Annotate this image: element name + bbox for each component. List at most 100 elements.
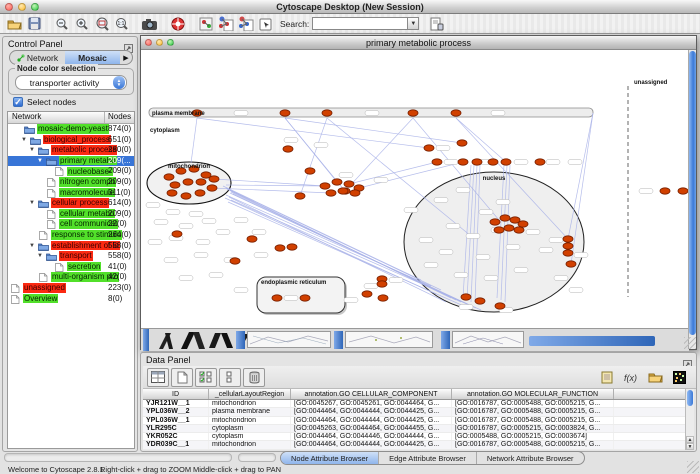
graph-node[interactable] — [167, 190, 177, 196]
table-cell[interactable]: YPL036W__1 — [143, 417, 209, 424]
table-cell[interactable] — [614, 417, 688, 424]
graph-node[interactable] — [350, 190, 360, 196]
graph-node[interactable] — [172, 231, 182, 237]
network-from-file-icon[interactable] — [217, 16, 235, 32]
graph-node[interactable] — [408, 110, 418, 116]
table-cell[interactable]: [GO:0044464, GO:0044444, GO:0044425, G..… — [291, 408, 452, 415]
graph-node[interactable] — [563, 250, 573, 256]
tree-row[interactable]: response to stimulu264(0) — [8, 230, 134, 241]
expand-arrow-icon[interactable]: ▼ — [29, 198, 35, 209]
network-vertical-scrollbar[interactable] — [688, 50, 696, 349]
table-cell[interactable] — [614, 425, 688, 432]
zoom-out-icon[interactable] — [53, 16, 71, 32]
graph-node[interactable] — [424, 145, 434, 151]
expand-arrow-icon[interactable]: ▼ — [29, 145, 35, 156]
unselect-attributes-icon[interactable] — [219, 368, 241, 387]
background-window-thumb[interactable] — [345, 331, 433, 348]
formula-icon[interactable]: f(x) — [620, 368, 642, 387]
table-cell[interactable]: [GO:0044464, GO:0044444, GO:0044425, G..… — [291, 441, 452, 448]
select-attributes-icon[interactable] — [195, 368, 217, 387]
graph-node[interactable] — [332, 179, 342, 185]
table-column-header[interactable]: ID — [143, 389, 209, 399]
node-color-dropdown[interactable]: transporter activity ▲▼ — [15, 75, 127, 90]
expand-arrow-icon[interactable]: ▼ — [37, 156, 43, 167]
import-folder-icon[interactable] — [644, 368, 666, 387]
search-input[interactable] — [312, 17, 408, 30]
graph-node[interactable] — [287, 244, 297, 250]
expand-arrow-icon[interactable]: ▼ — [29, 241, 35, 252]
graph-node[interactable] — [283, 146, 293, 152]
graph-node[interactable] — [432, 159, 442, 165]
network-canvas[interactable]: plasma membranecytoplasmmitochondrionnuc… — [141, 50, 689, 328]
tree-row[interactable]: secretion41(0) — [8, 262, 134, 273]
delete-attribute-icon[interactable] — [243, 368, 265, 387]
tree-row[interactable]: mosaic-demo-yeast874(0) — [8, 124, 134, 135]
graph-node[interactable] — [472, 159, 482, 165]
background-scrollbar[interactable] — [143, 329, 149, 351]
matrix-icon[interactable] — [668, 368, 690, 387]
tab-overflow-arrow-icon[interactable]: ▶ — [120, 51, 132, 64]
tree-col-nodes[interactable]: Nodes — [105, 112, 134, 123]
graph-node[interactable] — [475, 298, 485, 304]
graph-node[interactable] — [458, 159, 468, 165]
table-cell[interactable]: [GO:0045263, GO:0044464, GO:0044455, G..… — [291, 425, 452, 432]
graph-node[interactable] — [461, 294, 471, 300]
zoom-fit-icon[interactable]: 1:1 — [113, 16, 131, 32]
table-column-header[interactable] — [614, 389, 688, 399]
graph-node[interactable] — [207, 185, 217, 191]
expand-arrow-icon[interactable]: ▼ — [37, 251, 43, 262]
graph-node[interactable] — [195, 190, 205, 196]
graph-node[interactable] — [300, 295, 310, 301]
graph-node[interactable] — [362, 291, 372, 297]
network-resize-grip[interactable] — [684, 337, 696, 349]
snapshot-camera-icon[interactable] — [141, 16, 159, 32]
graph-node[interactable] — [563, 236, 573, 242]
background-scrollbar[interactable] — [334, 331, 343, 349]
new-attribute-icon[interactable] — [171, 368, 193, 387]
graph-node[interactable] — [164, 174, 174, 180]
graph-node[interactable] — [377, 281, 387, 287]
table-cell[interactable]: mitochondrion — [209, 417, 291, 424]
table-cell[interactable]: plasma membrane — [209, 408, 291, 415]
graph-node[interactable] — [272, 295, 282, 301]
table-cell[interactable]: [GO:0044464, GO:0044446, GO:0044444, G..… — [291, 433, 452, 440]
graph-edge[interactable] — [197, 118, 429, 148]
graph-node[interactable] — [566, 261, 576, 267]
zoom-in-icon[interactable] — [73, 16, 91, 32]
graph-node[interactable] — [275, 245, 285, 251]
notepad-icon[interactable] — [596, 368, 618, 387]
background-scrollbar[interactable] — [529, 336, 655, 346]
table-row[interactable]: YPL036W__1mitochondrion[GO:0044464, GO:0… — [143, 417, 688, 425]
graph-node[interactable] — [660, 188, 670, 194]
table-cell[interactable] — [614, 400, 688, 407]
tree-row[interactable]: macromolecule311(0) — [8, 188, 134, 199]
tree-row[interactable]: unassigned223(0) — [8, 283, 134, 294]
graph-node[interactable] — [344, 181, 354, 187]
tree-row[interactable]: ▼primary metabo209(... — [8, 156, 134, 167]
table-cell[interactable]: mitochondrion — [209, 441, 291, 448]
table-column-header[interactable]: _cellularLayoutRegion — [209, 389, 291, 399]
graph-node[interactable] — [504, 225, 514, 231]
graph-node[interactable] — [209, 176, 219, 182]
network-from-table-icon[interactable] — [237, 16, 255, 32]
graph-node[interactable] — [338, 188, 348, 194]
table-vertical-scrollbar[interactable]: ▲ ▼ — [685, 389, 694, 450]
network-window-titlebar[interactable]: primary metabolic process — [141, 36, 696, 50]
annotation-icon[interactable] — [257, 16, 275, 32]
table-cell[interactable]: [GO:0016787, GO:0005488, GO:0005215, G..… — [452, 441, 614, 448]
new-network-icon[interactable] — [197, 16, 215, 32]
table-cell[interactable]: [GO:0045267, GO:0045261, GO:0044464, G..… — [291, 400, 452, 407]
graph-node[interactable] — [295, 193, 305, 199]
graph-edge[interactable] — [285, 118, 462, 143]
tree-row[interactable]: cellular metabo209(0) — [8, 209, 134, 220]
tree-row[interactable]: ▼metabolic process280(0) — [8, 145, 134, 156]
graph-node[interactable] — [378, 295, 388, 301]
tree-row[interactable]: ▼biological_process651(0) — [8, 135, 134, 146]
tree-row[interactable]: cell communicat22(0) — [8, 219, 134, 230]
search-dropdown-arrow-icon[interactable]: ▼ — [408, 17, 419, 30]
graph-node[interactable] — [183, 179, 193, 185]
graph-node[interactable] — [181, 193, 191, 199]
table-cell[interactable]: YKR052C — [143, 433, 209, 440]
graph-node[interactable] — [322, 110, 332, 116]
graph-node[interactable] — [535, 159, 545, 165]
